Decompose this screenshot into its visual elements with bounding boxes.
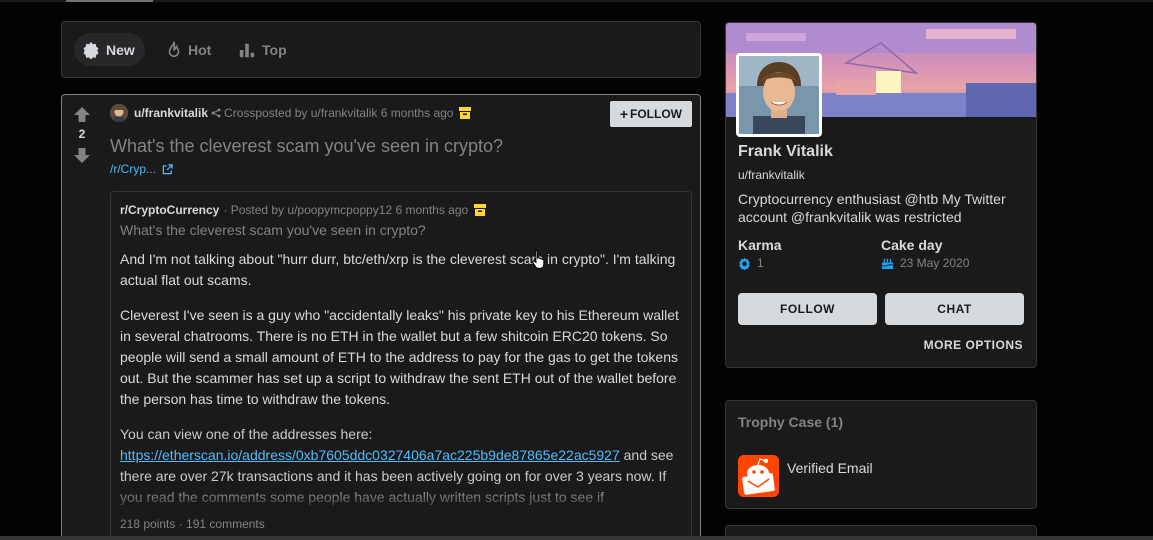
downvote-icon[interactable] bbox=[74, 148, 90, 163]
more-options-button[interactable]: MORE OPTIONS bbox=[924, 338, 1023, 352]
karma-label: Karma bbox=[738, 237, 782, 253]
crosspost-title[interactable]: What's the cleverest scam you've seen in… bbox=[120, 222, 426, 238]
sort-new-label: New bbox=[106, 41, 135, 58]
post-follow-label: FOLLOW bbox=[630, 107, 682, 121]
profile-display-name: Frank Vitalik bbox=[738, 143, 833, 160]
plus-icon: + bbox=[619, 106, 629, 122]
bottom-scrollbar[interactable] bbox=[0, 536, 1153, 540]
author-avatar[interactable] bbox=[110, 104, 128, 122]
profile-card: Frank Vitalik u/frankvitalik Cryptocurre… bbox=[725, 22, 1037, 368]
new-icon bbox=[83, 41, 99, 59]
trophy-verified-email-label: Verified Email bbox=[787, 460, 873, 476]
cakeday-label: Cake day bbox=[881, 237, 943, 253]
crosspost-subreddit-link[interactable]: /r/Cryp... bbox=[110, 162, 173, 176]
post-follow-button[interactable]: + FOLLOW bbox=[609, 101, 692, 127]
profile-username: u/frankvitalik bbox=[738, 168, 805, 182]
profile-avatar[interactable] bbox=[736, 53, 822, 137]
archived-icon bbox=[459, 107, 472, 119]
cake-icon bbox=[881, 258, 894, 269]
sub-link-text: /r/Cryp... bbox=[110, 162, 157, 176]
verified-email-trophy-icon bbox=[738, 455, 779, 497]
profile-bio: Cryptocurrency enthusiast @htb My Twitte… bbox=[738, 191, 1006, 225]
crosspost-meta-text: Crossposted by u/frankvitalik 6 months a… bbox=[224, 106, 454, 120]
etherscan-link[interactable]: https://etherscan.io/address/0xb7605ddc0… bbox=[120, 447, 620, 463]
karma-icon bbox=[739, 257, 750, 270]
top-nav-bar bbox=[0, 0, 1153, 2]
trophy-case-title: Trophy Case (1) bbox=[738, 414, 844, 430]
post-meta: u/frankvitalik Crossposted by u/frankvit… bbox=[110, 104, 472, 122]
external-link-icon bbox=[162, 163, 173, 174]
body-fade-overlay bbox=[111, 482, 691, 512]
sort-hot-button[interactable]: Hot bbox=[158, 33, 221, 66]
crosspost-embed[interactable]: r/CryptoCurrency · Posted by u/poopymcpo… bbox=[110, 191, 692, 539]
body-paragraph-2: Cleverest I've seen is a guy who "accide… bbox=[120, 307, 679, 407]
hand-cursor-icon bbox=[532, 249, 545, 269]
crosspost-meta: r/CryptoCurrency · Posted by u/poopymcpo… bbox=[120, 203, 487, 217]
karma-value: 1 bbox=[738, 256, 764, 270]
vote-column: 2 bbox=[62, 95, 102, 539]
sort-hot-label: Hot bbox=[188, 41, 212, 58]
sort-top-button[interactable]: Top bbox=[230, 33, 297, 66]
archived-icon bbox=[474, 204, 487, 216]
crosspost-posted-by: · Posted by u/poopymcpoppy12 6 months ag… bbox=[223, 203, 469, 217]
upvote-icon[interactable] bbox=[74, 107, 90, 122]
sort-new-button[interactable]: New bbox=[74, 33, 145, 66]
profile-chat-button[interactable]: CHAT bbox=[885, 293, 1024, 325]
top-chart-icon bbox=[239, 43, 255, 57]
body-paragraph-3-intro: You can view one of the addresses here: bbox=[120, 426, 373, 442]
karma-count: 1 bbox=[757, 256, 764, 270]
body-paragraph-1: And I'm not talking about "hurr durr, bt… bbox=[120, 251, 676, 288]
cakeday-value: 23 May 2020 bbox=[881, 256, 969, 270]
flame-icon bbox=[168, 41, 180, 57]
crosspost-icon bbox=[211, 108, 221, 118]
top-nav-active-tab[interactable] bbox=[66, 0, 153, 2]
crosspost-subreddit[interactable]: r/CryptoCurrency bbox=[120, 203, 219, 217]
cakeday-date: 23 May 2020 bbox=[900, 256, 970, 270]
post-score: 2 bbox=[78, 127, 86, 141]
post-author-link[interactable]: u/frankvitalik bbox=[134, 106, 208, 120]
post-title[interactable]: What's the cleverest scam you've seen in… bbox=[110, 136, 503, 157]
post-card[interactable]: 2 u/frankvitalik Crossposted by u/frankv… bbox=[61, 94, 701, 540]
sort-bar: New Hot Top bbox=[61, 21, 701, 78]
profile-follow-button[interactable]: FOLLOW bbox=[738, 293, 877, 325]
sort-top-label: Top bbox=[262, 41, 287, 58]
trophy-case-card: Trophy Case (1) Verified Email bbox=[725, 400, 1037, 509]
